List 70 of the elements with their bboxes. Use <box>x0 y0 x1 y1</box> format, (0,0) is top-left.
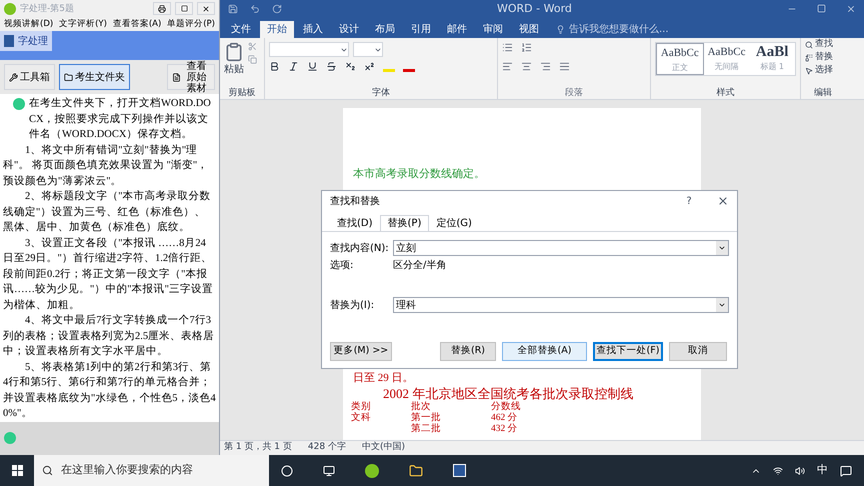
style-gallery-item[interactable]: AaBbCc 无间隔 <box>704 43 750 75</box>
table-cell-text: 第一批 <box>411 412 442 423</box>
table-cell-text: 批次 <box>411 402 432 412</box>
table-cell-text: 类别 <box>351 402 372 412</box>
task-paragraph: 4、将文中最后7行文字转换成一个7行3列的表格；设置表格列宽为2.5厘米、表格居中；设置表格所有文字水平居中。 <box>3 313 216 360</box>
dialog-button[interactable]: 取消 <box>669 342 727 361</box>
tell-me-field[interactable]: 告诉我您想要做什么... <box>556 21 669 38</box>
ribbon-tab[interactable]: 开始 <box>260 21 294 38</box>
style-gallery-item[interactable]: AaBbCc 正文 <box>656 43 704 75</box>
ribbon-tab[interactable]: 插入 <box>296 21 330 38</box>
style-gallery-item[interactable]: AaBl 标题 1 <box>749 43 796 75</box>
task-paragraph: 2、将标题段文字（"本市高考录取分数线确定"）设置为三号、红色（标准色）、黑体、居中、加黄色（标准色）底纹。 <box>3 189 212 236</box>
ribbon-tab[interactable]: 文件 <box>224 21 258 38</box>
menu-item[interactable]: 视频讲解(D) <box>4 18 54 30</box>
menu-item[interactable]: 文字评析(Y) <box>59 18 107 30</box>
tab-label: 字处理 <box>18 34 48 49</box>
options-value: 区分全/半角 <box>393 258 446 273</box>
table-title: 2002 年北京地区全国统考各批次录取控制线 <box>383 384 634 401</box>
table-cell-text: 432 分 <box>491 424 519 434</box>
dialog-button[interactable]: 全部替换(A) <box>502 342 587 361</box>
document-heading: 本市高考录取分数线确定。 <box>353 166 486 182</box>
find-field[interactable]: 立刻 <box>393 240 729 256</box>
task-paragraph: 在考生文件夹下，打开文档WORD.DOCX，按照要求完成下列操作并以该文件名（WORD.DOCX）保存文档。 <box>29 96 212 142</box>
task-paragraph: 1、将文中所有错词"立刻"替换为"理科"。 将页面颜色填充效果设置为 "渐变"，预设颜色为"薄雾浓云"。 <box>3 143 210 189</box>
ribbon-tab[interactable]: 引用 <box>404 21 438 38</box>
dialog-tab[interactable]: 替换(P) <box>380 215 430 231</box>
table-cell-text: 462 分 <box>491 412 519 424</box>
ribbon-tab[interactable]: 审阅 <box>476 21 510 38</box>
dialog-button[interactable]: 查找下一处(F) <box>593 342 663 361</box>
dialog-button[interactable]: 更多(M) >> <box>330 342 392 361</box>
dialog-tab[interactable]: 查找(D) <box>330 215 380 231</box>
status-item: 428 个字 <box>308 441 346 454</box>
group-label: 样式 <box>716 87 736 99</box>
status-item: 第 1 页，共 1 页 <box>224 441 292 454</box>
replace-field[interactable]: 理科 <box>393 297 729 313</box>
status-item: 中文(中国) <box>362 441 405 454</box>
taskbar-search-field[interactable]: 在这里输入你要搜索的内容 <box>34 455 269 486</box>
group-label: 段落 <box>564 87 584 99</box>
dialog-title: 查找和替换 <box>330 194 381 208</box>
table-cell-text: 文科 <box>351 412 372 424</box>
ribbon-tab[interactable]: 布局 <box>368 21 402 38</box>
table-cell-text: 分数线 <box>491 402 522 412</box>
group-label: 字体 <box>371 87 391 99</box>
tool-button[interactable]: 考生文件夹 <box>59 64 130 90</box>
window-title: 字处理-第5题 <box>20 2 75 15</box>
document-text: 日至 29 日。 <box>353 372 414 384</box>
ime-indicator[interactable]: 中 <box>817 462 828 479</box>
group-label: 编辑 <box>813 87 833 99</box>
menu-item[interactable]: 查看答案(A) <box>112 18 162 30</box>
task-paragraph: 5、将表格第1列中的第2行和第3行、第4行和第5行、第6行和第7行的单元格合并；并设置表格底纹为"水绿色，个性色5，淡色40%"。 <box>3 360 216 422</box>
group-label: 剪贴板 <box>228 87 256 99</box>
help-button[interactable]: ? <box>681 194 697 208</box>
field-label: 选项: <box>330 258 354 273</box>
table-cell-text: 第二批 <box>411 424 442 434</box>
banner-tab[interactable]: 字处理 <box>0 31 52 52</box>
editing-command[interactable]: 查找 <box>805 38 841 51</box>
task-paragraph: 3、设置正文各段（"本报讯 ……8月24日至29日。"）首行缩进2字符、1.2倍行距、段前间距0.2行；将正文第一段文字（"本报讯……较为少见。"）中的"本报讯"三字设置为楷体、加粗。 <box>3 236 214 313</box>
tool-button[interactable]: 工具箱 <box>4 64 55 90</box>
ribbon-tab[interactable]: 视图 <box>512 21 546 38</box>
editing-command[interactable]: 选择 <box>805 64 841 77</box>
ribbon-tab[interactable]: 邮件 <box>440 21 474 38</box>
window-title: WORD - Word <box>497 0 572 17</box>
ribbon-tab[interactable]: 设计 <box>332 21 366 38</box>
editing-command[interactable]: 替换 <box>805 51 841 64</box>
paste-label[interactable]: 粘贴 <box>224 62 244 77</box>
field-label: 查找内容(N): <box>330 242 390 256</box>
dialog-tab[interactable]: 定位(G) <box>429 215 479 231</box>
menu-item[interactable]: 单题评分(P) <box>167 18 215 30</box>
dialog-button[interactable]: 替换(R) <box>440 342 496 361</box>
field-label: 替换为(I): <box>330 298 376 312</box>
